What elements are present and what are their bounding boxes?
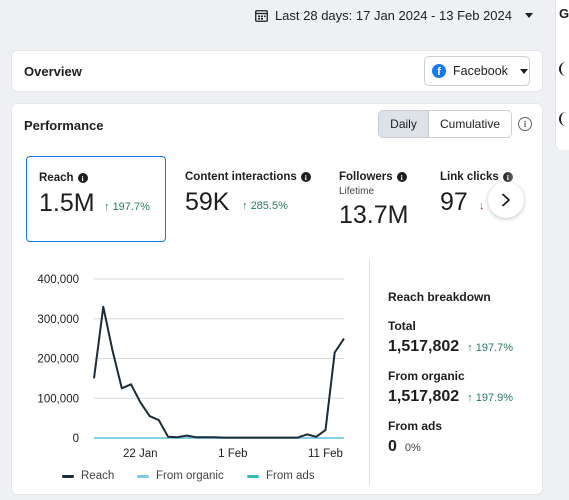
breakdown-value-text: 1,517,802 bbox=[388, 338, 460, 355]
metric-label-text: Reach bbox=[39, 172, 74, 184]
breakdown-title: Reach breakdown bbox=[388, 290, 491, 304]
info-icon[interactable]: i bbox=[518, 117, 532, 131]
side-panel-mark bbox=[559, 62, 569, 76]
performance-card: Performance Daily Cumulative i Reach i 1… bbox=[11, 103, 543, 495]
metric-label-text: Followers bbox=[339, 171, 393, 183]
metric-value: 97 bbox=[440, 188, 468, 216]
breakdown-total-label: Total bbox=[388, 319, 416, 333]
info-icon[interactable]: i bbox=[77, 173, 88, 183]
y-tick-label: 100,000 bbox=[37, 393, 79, 405]
info-icon[interactable]: i bbox=[300, 172, 311, 182]
chevron-right-icon bbox=[502, 193, 510, 207]
daily-toggle-button[interactable]: Daily bbox=[379, 111, 429, 137]
facebook-icon: f bbox=[432, 64, 446, 78]
breakdown-change: ↑ 197.9% bbox=[467, 392, 514, 404]
side-panel-glyph: G bbox=[559, 6, 569, 21]
legend-swatch bbox=[62, 474, 74, 478]
breakdown-value-text: 0 bbox=[388, 438, 397, 455]
chevron-down-icon bbox=[525, 12, 533, 18]
metric-label-text: Content interactions bbox=[185, 171, 297, 183]
metric-change: ↑ 285.5% bbox=[242, 200, 288, 212]
legend-swatch bbox=[247, 474, 259, 478]
side-panel-mark bbox=[559, 112, 569, 126]
metric-reach[interactable]: Reach i 1.5M ↑ 197.7% bbox=[26, 156, 166, 242]
x-tick-label: 1 Feb bbox=[218, 448, 247, 460]
breakdown-organic-value: 1,517,802 ↑ 197.9% bbox=[388, 388, 513, 406]
breakdown-value-text: 1,517,802 bbox=[388, 388, 460, 405]
metric-content-interactions[interactable]: Content interactions i 59K ↑ 285.5% bbox=[173, 156, 323, 242]
breakdown-change-text: 197.7% bbox=[475, 342, 514, 354]
legend-item-reach: Reach bbox=[62, 470, 114, 482]
metric-value: 13.7M bbox=[339, 201, 409, 229]
series-line-reach bbox=[93, 305, 345, 439]
metric-change-text: 197.7% bbox=[112, 201, 150, 213]
date-range-label: Last 28 days: 17 Jan 2024 - 13 Feb 2024 bbox=[274, 7, 512, 23]
metric-value: 59K bbox=[185, 188, 230, 216]
legend-item-ads: From ads bbox=[247, 470, 315, 482]
metric-label-text: Link clicks bbox=[440, 171, 499, 183]
x-tick-label: 11 Feb bbox=[308, 448, 343, 460]
breakdown-change-text: 197.9% bbox=[475, 392, 514, 404]
x-tick-label: 22 Jan bbox=[123, 448, 158, 460]
view-toggle: Daily Cumulative bbox=[378, 110, 512, 138]
section-divider bbox=[369, 260, 370, 485]
y-tick-label: 200,000 bbox=[37, 354, 79, 366]
legend-label: From ads bbox=[266, 470, 315, 482]
legend-label: From organic bbox=[156, 470, 224, 482]
breakdown-total-value: 1,517,802 ↑ 197.7% bbox=[388, 338, 513, 356]
metric-sublabel: Lifetime bbox=[339, 186, 375, 197]
reach-line-chart: 400,000 300,000 200,000 100,000 0 22 Jan 1 Feb… bbox=[37, 274, 345, 460]
legend-label: Reach bbox=[81, 470, 115, 482]
breakdown-change-text: 0% bbox=[404, 442, 421, 454]
platform-select[interactable]: f Facebook bbox=[424, 56, 530, 86]
metric-value: 1.5M bbox=[39, 189, 95, 217]
breakdown-ads-value: 0 0% bbox=[388, 438, 421, 456]
info-icon[interactable]: i bbox=[396, 172, 407, 182]
metric-change: ↑ 197.7% bbox=[104, 201, 150, 213]
y-tick-label: 0 bbox=[73, 433, 79, 445]
cumulative-toggle-button[interactable]: Cumulative bbox=[429, 111, 511, 137]
overview-card: Overview f Facebook bbox=[11, 50, 543, 92]
breakdown-organic-label: From organic bbox=[388, 369, 465, 383]
legend-swatch bbox=[137, 474, 149, 478]
legend-item-organic: From organic bbox=[137, 470, 224, 482]
y-tick-label: 300,000 bbox=[37, 314, 79, 326]
chevron-down-icon bbox=[519, 68, 528, 74]
side-panel-edge: G bbox=[555, 0, 569, 150]
platform-select-label: Facebook bbox=[453, 64, 508, 78]
breakdown-ads-label: From ads bbox=[388, 419, 443, 433]
metric-change-text: 285.5% bbox=[250, 200, 288, 212]
metric-followers[interactable]: Followers i Lifetime 13.7M bbox=[327, 156, 427, 242]
y-tick-label: 400,000 bbox=[37, 274, 79, 286]
next-metrics-button[interactable] bbox=[488, 182, 524, 218]
metric-label: Content interactions i bbox=[185, 171, 311, 183]
performance-title: Performance bbox=[24, 118, 104, 133]
metric-label: Followers i bbox=[339, 171, 407, 183]
calendar-icon bbox=[255, 9, 268, 22]
metric-change-arrow: ↓ bbox=[479, 200, 485, 212]
breakdown-change: ↑ 197.7% bbox=[467, 342, 514, 354]
metric-label: Reach i bbox=[39, 172, 88, 184]
date-range-selector[interactable]: Last 28 days: 17 Jan 2024 - 13 Feb 2024 bbox=[255, 6, 533, 24]
overview-title: Overview bbox=[24, 64, 82, 79]
